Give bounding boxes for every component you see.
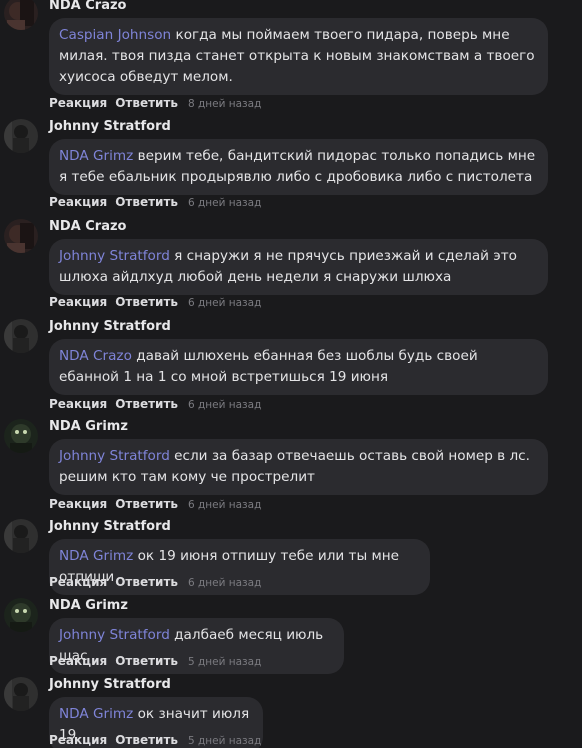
mention-link[interactable]: Johnny Stratford [59,448,170,464]
reaction-button[interactable]: Реакция [49,575,107,589]
comment-timestamp: 6 дней назад [187,197,262,209]
mention-link[interactable]: NDA Grimz [59,706,133,722]
reply-button[interactable]: Ответить [115,295,178,309]
comment-author[interactable]: Johnny Stratford [49,677,171,692]
mention-link[interactable]: Caspian Johnson [59,27,171,43]
avatar[interactable] [4,319,38,353]
reaction-button[interactable]: Реакция [49,295,107,309]
comment-author[interactable]: Johnny Stratford [49,119,171,134]
reply-button[interactable]: Ответить [115,497,178,511]
reply-button[interactable]: Ответить [115,654,178,668]
comment-timestamp: 8 дней назад [187,98,262,110]
comment-timestamp: 6 дней назад [187,499,262,511]
comment-bubble: Johnny Stratford я снаружи я не прячусь … [49,239,548,295]
reaction-button[interactable]: Реакция [49,397,107,411]
avatar-stratford-icon [4,677,38,711]
avatar-stratford-icon [4,519,38,553]
comment-author[interactable]: Johnny Stratford [49,319,171,334]
avatar[interactable] [4,219,38,253]
reply-button[interactable]: Ответить [115,96,178,110]
avatar[interactable] [4,419,38,453]
avatar-crazo-icon [4,0,38,30]
comment-actions: Реакция Ответить 6 дней назад [49,295,261,309]
reply-button[interactable]: Ответить [115,575,178,589]
comment-thread: NDA Crazo Caspian Johnson когда мы пойма… [0,0,582,748]
comment-bubble: NDA Crazo давай шлюхень ебанная без шобл… [49,339,548,395]
comment-actions: Реакция Ответить 6 дней назад [49,575,261,589]
comment-author[interactable]: NDA Crazo [49,0,126,13]
avatar-grimz-icon [4,419,38,453]
comment-timestamp: 5 дней назад [187,735,262,747]
reaction-button[interactable]: Реакция [49,733,107,747]
avatar-grimz-icon [4,598,38,632]
reaction-button[interactable]: Реакция [49,195,107,209]
comment-timestamp: 5 дней назад [187,656,262,668]
reply-button[interactable]: Ответить [115,195,178,209]
avatar-stratford-icon [4,319,38,353]
comment-bubble: NDA Grimz верим тебе, бандитский пидорас… [49,139,548,195]
reaction-button[interactable]: Реакция [49,96,107,110]
comment-author[interactable]: Johnny Stratford [49,519,171,534]
comment-actions: Реакция Ответить 5 дней назад [49,733,261,747]
avatar-stratford-icon [4,119,38,153]
comment-actions: Реакция Ответить 8 дней назад [49,96,261,110]
avatar[interactable] [4,677,38,711]
comment-author[interactable]: NDA Crazo [49,219,126,234]
comment-timestamp: 6 дней назад [187,297,262,309]
comment-timestamp: 6 дней назад [187,577,262,589]
avatar[interactable] [4,519,38,553]
reply-button[interactable]: Ответить [115,733,178,747]
reply-button[interactable]: Ответить [115,397,178,411]
mention-link[interactable]: NDA Grimz [59,548,133,564]
reaction-button[interactable]: Реакция [49,497,107,511]
comment-bubble: Johnny Stratford если за базар отвечаешь… [49,439,548,495]
avatar[interactable] [4,0,38,30]
avatar[interactable] [4,119,38,153]
mention-link[interactable]: NDA Grimz [59,148,133,164]
mention-link[interactable]: Johnny Stratford [59,627,170,643]
reaction-button[interactable]: Реакция [49,654,107,668]
comment-actions: Реакция Ответить 6 дней назад [49,497,261,511]
comment-bubble: Caspian Johnson когда мы поймаем твоего … [49,18,548,95]
comment-author[interactable]: NDA Grimz [49,419,128,434]
mention-link[interactable]: NDA Crazo [59,348,132,364]
comment-actions: Реакция Ответить 6 дней назад [49,397,261,411]
mention-link[interactable]: Johnny Stratford [59,248,170,264]
avatar-crazo-icon [4,219,38,253]
avatar[interactable] [4,598,38,632]
comment-timestamp: 6 дней назад [187,399,262,411]
comment-actions: Реакция Ответить 6 дней назад [49,195,261,209]
comment-actions: Реакция Ответить 5 дней назад [49,654,261,668]
comment-author[interactable]: NDA Grimz [49,598,128,613]
